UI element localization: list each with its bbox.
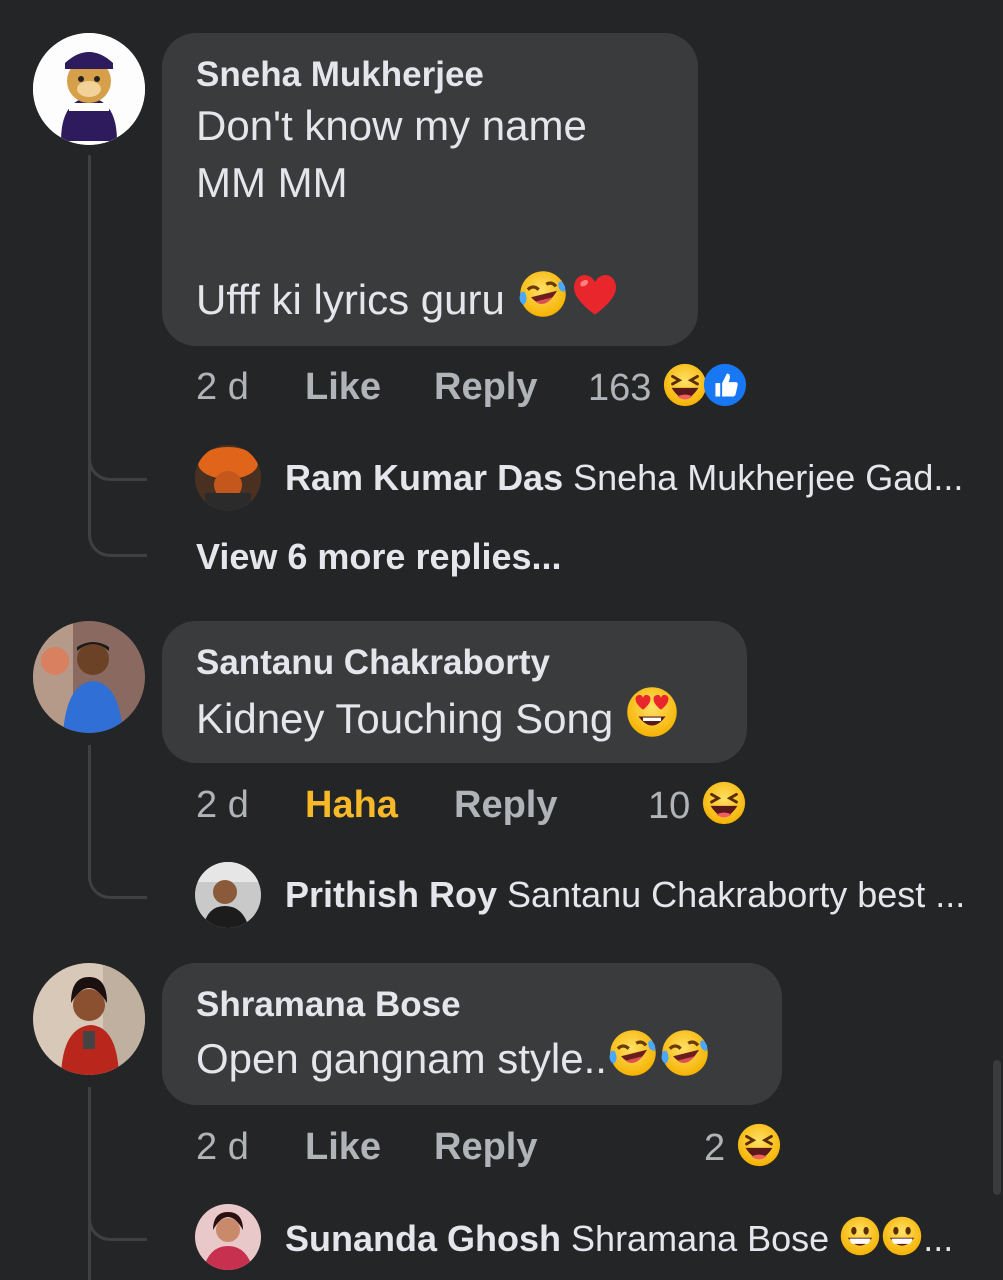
comment-line-with-emoji: Ufff ki lyrics guru <box>196 268 664 328</box>
comment-timestamp[interactable]: 2 d <box>196 1126 249 1169</box>
reply-button[interactable]: Reply <box>454 784 557 827</box>
reply-text: Shramana Bose <box>571 1218 830 1259</box>
avatar-photo-icon <box>195 862 261 928</box>
reaction-count-value: 2 <box>704 1127 726 1169</box>
avatar-dog-icon <box>33 33 145 145</box>
comment-line: Ufff ki lyrics guru <box>196 276 505 323</box>
comment-line <box>196 211 664 268</box>
comment-line-with-emoji: Open gangnam style.. <box>196 1027 748 1087</box>
thread-connector <box>88 858 147 899</box>
avatar[interactable] <box>33 621 145 733</box>
like-button[interactable]: Like <box>305 1126 381 1169</box>
reaction-count[interactable]: 10 <box>648 780 747 828</box>
laughing-crying-emoji-icon <box>659 1027 711 1079</box>
haha-reaction-button[interactable]: Haha <box>305 784 398 827</box>
reaction-count-value: 10 <box>648 785 691 827</box>
comment-line-with-emoji: Kidney Touching Song <box>196 685 713 747</box>
comment-line: MM MM <box>196 159 348 206</box>
view-more-replies-link[interactable]: View 6 more replies... <box>196 536 562 578</box>
reply-avatar[interactable] <box>195 445 261 511</box>
comment-line: Kidney Touching Song <box>196 695 614 742</box>
reaction-count[interactable]: 2 <box>704 1122 782 1170</box>
reaction-count-value: 163 <box>588 367 652 409</box>
reply-button[interactable]: Reply <box>434 366 537 409</box>
reply-avatar[interactable] <box>195 862 261 928</box>
avatar-photo-icon <box>195 1204 261 1270</box>
reply-preview[interactable]: Ram Kumar Das Sneha Mukherjee Gad... <box>285 456 963 500</box>
comment-author[interactable]: Santanu Chakraborty <box>196 641 713 685</box>
thread-line <box>88 745 91 865</box>
avatar-photo-icon <box>195 445 261 511</box>
reply-text: Santanu Chakraborty best ... <box>507 874 966 915</box>
reply-button[interactable]: Reply <box>434 1126 537 1169</box>
avatar[interactable] <box>33 33 145 145</box>
thread-line <box>88 1087 91 1280</box>
avatar[interactable] <box>33 963 145 1075</box>
comment-bubble[interactable]: Santanu Chakraborty Kidney Touching Song <box>162 621 747 763</box>
laughing-crying-emoji-icon <box>607 1027 659 1079</box>
reply-preview[interactable]: Prithish Roy Santanu Chakraborty best ..… <box>285 873 965 917</box>
reply-author[interactable]: Ram Kumar Das <box>285 457 563 498</box>
reply-author[interactable]: Sunanda Ghosh <box>285 1218 561 1259</box>
grinning-emoji-icon <box>881 1215 923 1257</box>
grinning-emoji-icon <box>839 1215 881 1257</box>
reaction-count[interactable]: 163 <box>588 362 748 410</box>
avatar-photo-icon <box>33 621 145 733</box>
comment-author[interactable]: Shramana Bose <box>196 983 748 1027</box>
comment-author[interactable]: Sneha Mukherjee <box>196 53 664 97</box>
reply-author[interactable]: Prithish Roy <box>285 874 497 915</box>
heart-eyes-emoji-icon <box>625 685 679 739</box>
comment-timestamp[interactable]: 2 d <box>196 366 249 409</box>
reply-avatar[interactable] <box>195 1204 261 1270</box>
comment-line: Open gangnam style.. <box>196 1035 607 1082</box>
haha-reaction-icon <box>701 780 747 826</box>
red-heart-emoji-icon <box>569 268 621 320</box>
thread-connector <box>88 1200 147 1241</box>
comment-timestamp[interactable]: 2 d <box>196 784 249 827</box>
laughing-crying-emoji-icon <box>517 268 569 320</box>
thread-connector <box>88 440 147 481</box>
comment-line: Don't know my name <box>196 102 587 149</box>
like-reaction-icon <box>702 362 748 408</box>
ellipsis: ... <box>923 1218 954 1259</box>
avatar-photo-icon <box>33 963 145 1075</box>
scrollbar[interactable] <box>993 1060 1001 1195</box>
like-button[interactable]: Like <box>305 366 381 409</box>
reply-text: Sneha Mukherjee Gad... <box>573 457 964 498</box>
thread-connector <box>88 520 147 557</box>
haha-reaction-icon <box>736 1122 782 1168</box>
comment-bubble[interactable]: Shramana Bose Open gangnam style.. <box>162 963 782 1105</box>
reply-preview[interactable]: Sunanda Ghosh Shramana Bose ... <box>285 1215 953 1261</box>
comment-bubble[interactable]: Sneha Mukherjee Don't know my name MM MM… <box>162 33 698 346</box>
